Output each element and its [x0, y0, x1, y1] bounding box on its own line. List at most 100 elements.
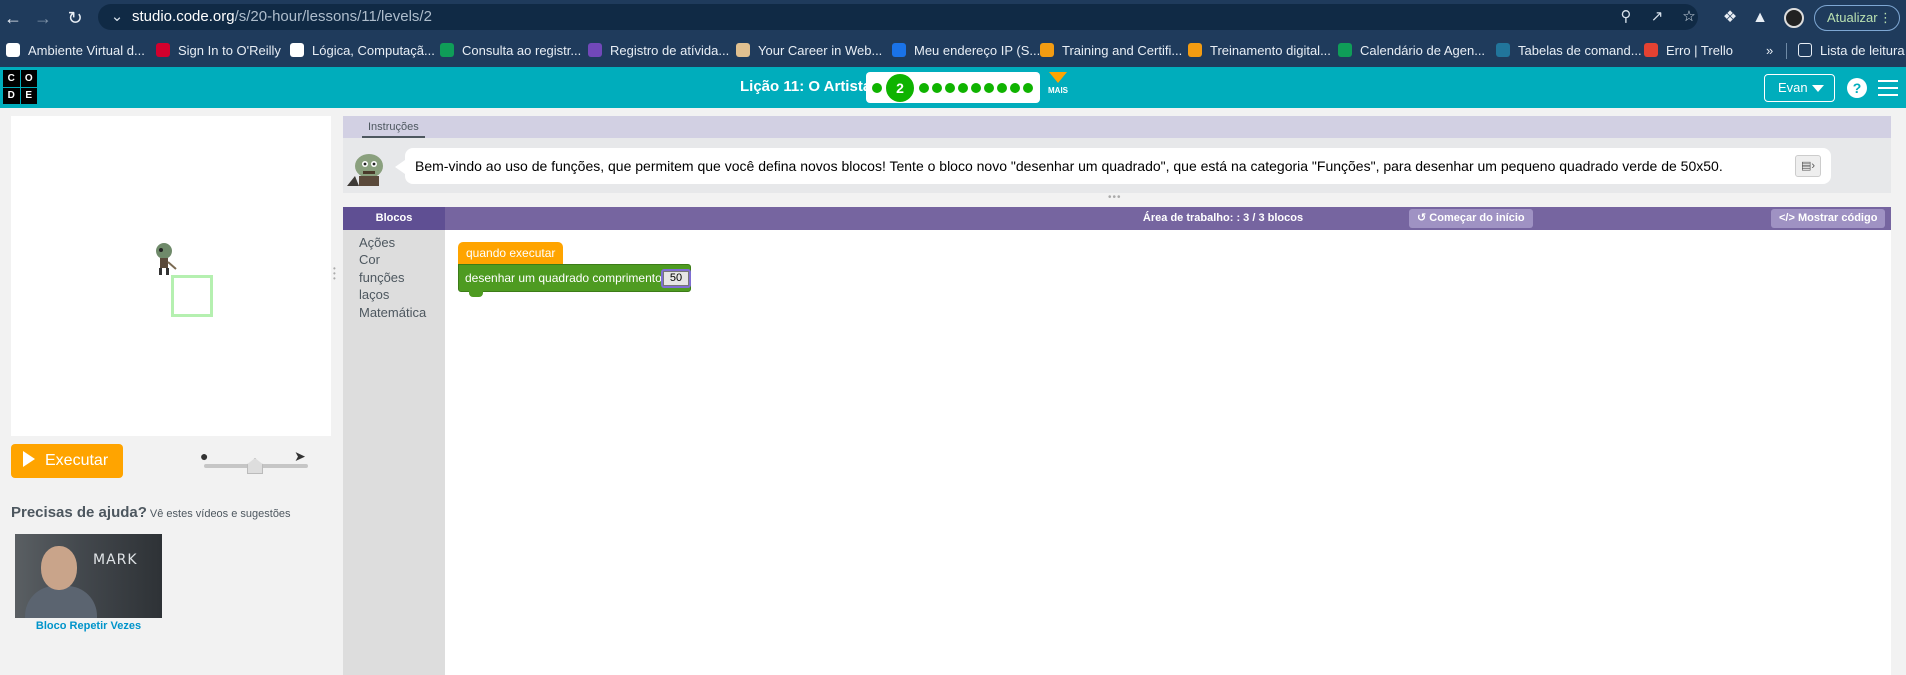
code-org-logo[interactable]: C O D E — [3, 70, 37, 104]
more-bookmarks-icon[interactable]: » — [1766, 41, 1773, 61]
restart-icon: ↺ — [1417, 212, 1430, 224]
workspace-title: Área de trabalho: : 3 / 3 blocos — [1142, 212, 1304, 224]
level-dot[interactable] — [971, 83, 981, 93]
extensions-icon[interactable]: ❖ — [1718, 6, 1742, 30]
rabbit-icon: ➤ — [294, 448, 306, 464]
reading-list-label: Lista de leitura — [1820, 43, 1905, 58]
more-vert-icon[interactable]: ⋮ — [1879, 6, 1892, 30]
reload-icon[interactable]: ↻ — [63, 6, 87, 30]
bookmark-favicon-icon — [736, 43, 750, 57]
update-button[interactable]: Atualizar ⋮ — [1814, 5, 1900, 31]
bookmark-favicon-icon — [6, 43, 20, 57]
when-run-block[interactable]: quando executar — [458, 242, 564, 264]
hamburger-menu-icon[interactable] — [1878, 80, 1898, 96]
share-icon[interactable]: ↗ — [1646, 6, 1668, 28]
reading-list-button[interactable]: Lista de leitura — [1798, 41, 1905, 61]
user-menu-button[interactable]: Evan — [1764, 74, 1835, 102]
bookmark-item[interactable]: Consulta ao registr... — [440, 41, 581, 61]
bookmark-item[interactable]: Lógica, Computaçã... — [290, 41, 435, 61]
level-progress: 2 — [866, 72, 1040, 103]
labs-icon[interactable]: ▲ — [1748, 6, 1772, 30]
video-caption-link[interactable]: Bloco Repetir Vezes — [15, 620, 162, 632]
bookmark-item[interactable]: Tabelas de comand... — [1496, 41, 1642, 61]
toolbox-category[interactable]: Ações — [359, 235, 395, 250]
more-levels-button[interactable]: MAIS — [1046, 70, 1070, 104]
bookmark-label: Sign In to O'Reilly — [178, 43, 281, 58]
instructions-text: Bem-vindo ao uso de funções, que permite… — [415, 158, 1723, 174]
current-level-dot[interactable]: 2 — [886, 74, 914, 102]
bookmark-item[interactable]: Your Career in Web... — [736, 41, 882, 61]
logo-letter: O — [20, 70, 37, 87]
bookmark-favicon-icon — [156, 43, 170, 57]
bookmark-label: Training and Certifi... — [1062, 43, 1183, 58]
bookmark-item[interactable]: Ambiente Virtual d... — [6, 41, 145, 61]
toolbox-category[interactable]: laços — [359, 287, 389, 302]
level-dot[interactable] — [997, 83, 1007, 93]
code-icon: </> — [1779, 212, 1798, 224]
bookmark-favicon-icon — [1496, 43, 1510, 57]
read-aloud-icon[interactable]: ▤› — [1795, 155, 1821, 177]
bookmark-item[interactable]: Calendário de Agen... — [1338, 41, 1485, 61]
bookmark-item[interactable]: Erro | Trello — [1644, 41, 1733, 61]
show-code-button[interactable]: </> Mostrar código — [1771, 209, 1886, 228]
tune-icon[interactable]: ⌄ — [106, 6, 128, 28]
length-value[interactable]: 50 — [663, 271, 689, 286]
length-input[interactable]: 50 — [661, 269, 691, 288]
toolbox-category[interactable]: Matemática — [359, 305, 426, 320]
level-dot[interactable] — [958, 83, 968, 93]
toolbox-category[interactable]: Cor — [359, 252, 380, 267]
level-dot[interactable] — [872, 83, 882, 93]
instructions-panel: Instruções Bem-vindo ao uso de funções, … — [343, 116, 1891, 193]
back-icon[interactable]: ← — [1, 6, 25, 30]
left-column: Executar ● ➤ Precisas de ajuda? Vê estes … — [0, 108, 342, 675]
toolbox-category[interactable]: funções — [359, 270, 405, 285]
app-header: C O D E Lição 11: O Artista 3 2 MAIS Eva… — [0, 67, 1906, 108]
bookmark-label: Your Career in Web... — [758, 43, 883, 58]
run-button[interactable]: Executar — [11, 444, 123, 478]
bookmark-label: Calendário de Agen... — [1360, 43, 1486, 58]
help-icon[interactable]: ? — [1847, 78, 1867, 98]
profile-icon[interactable] — [1782, 6, 1806, 30]
level-dot[interactable] — [1010, 83, 1020, 93]
bookmark-label: Treinamento digital... — [1210, 43, 1331, 58]
bookmark-label: Consulta ao registr... — [462, 43, 582, 58]
draw-square-block[interactable]: desenhar um quadrado comprimento: 50 — [458, 264, 691, 297]
draw-square-label: desenhar um quadrado comprimento: — [465, 271, 666, 285]
bookmark-item[interactable]: Sign In to O'Reilly — [156, 41, 281, 61]
blockly-workspace[interactable]: quando executar desenhar um quadrado com… — [445, 230, 1891, 675]
panel-splitter-icon[interactable]: • • • — [333, 265, 339, 283]
reading-list-icon — [1798, 43, 1812, 57]
bookmark-label: Lógica, Computaçã... — [312, 43, 435, 58]
speed-slider[interactable]: ● ➤ — [198, 448, 314, 478]
caret-down-icon — [1812, 85, 1824, 92]
drawn-square — [171, 275, 213, 317]
level-dot[interactable] — [945, 83, 955, 93]
bookmark-item[interactable]: Treinamento digital... — [1188, 41, 1331, 61]
tab-instructions[interactable]: Instruções — [362, 117, 425, 138]
level-dot[interactable] — [1023, 83, 1033, 93]
video-thumbnail[interactable]: MARK — [15, 534, 162, 618]
bookmark-favicon-icon — [1188, 43, 1202, 57]
level-dot[interactable] — [932, 83, 942, 93]
level-dot[interactable] — [919, 83, 929, 93]
zombie-artist-icon — [156, 243, 177, 275]
play-icon — [23, 451, 35, 467]
bookmark-item[interactable]: Registro de atívida... — [588, 41, 729, 61]
logo-letter: C — [3, 70, 20, 87]
level-dot[interactable] — [984, 83, 994, 93]
drawing-canvas — [11, 116, 331, 436]
address-bar[interactable]: ⌄ studio.code.org/s/20-hour/lessons/11/l… — [98, 4, 1698, 30]
bookmark-item[interactable]: Training and Certifi... — [1040, 41, 1182, 61]
lesson-title[interactable]: Lição 11: O Artista 3 — [740, 78, 884, 95]
help-subtitle: Vê estes vídeos e sugestões — [149, 508, 291, 520]
resize-grip-icon[interactable]: ••• — [1108, 193, 1124, 203]
restart-label: Começar do início — [1429, 212, 1525, 224]
restart-button[interactable]: ↺ Começar do início — [1409, 209, 1533, 228]
zoom-icon[interactable]: ⚲ — [1615, 6, 1637, 28]
forward-icon[interactable]: → — [31, 6, 55, 30]
bookmark-item[interactable]: Meu endereço IP (S... — [892, 41, 1040, 61]
bookmark-label: Erro | Trello — [1666, 43, 1733, 58]
bookmark-label: Tabelas de comand... — [1518, 43, 1642, 58]
star-icon[interactable]: ☆ — [1678, 6, 1700, 28]
slider-thumb[interactable] — [247, 458, 263, 474]
